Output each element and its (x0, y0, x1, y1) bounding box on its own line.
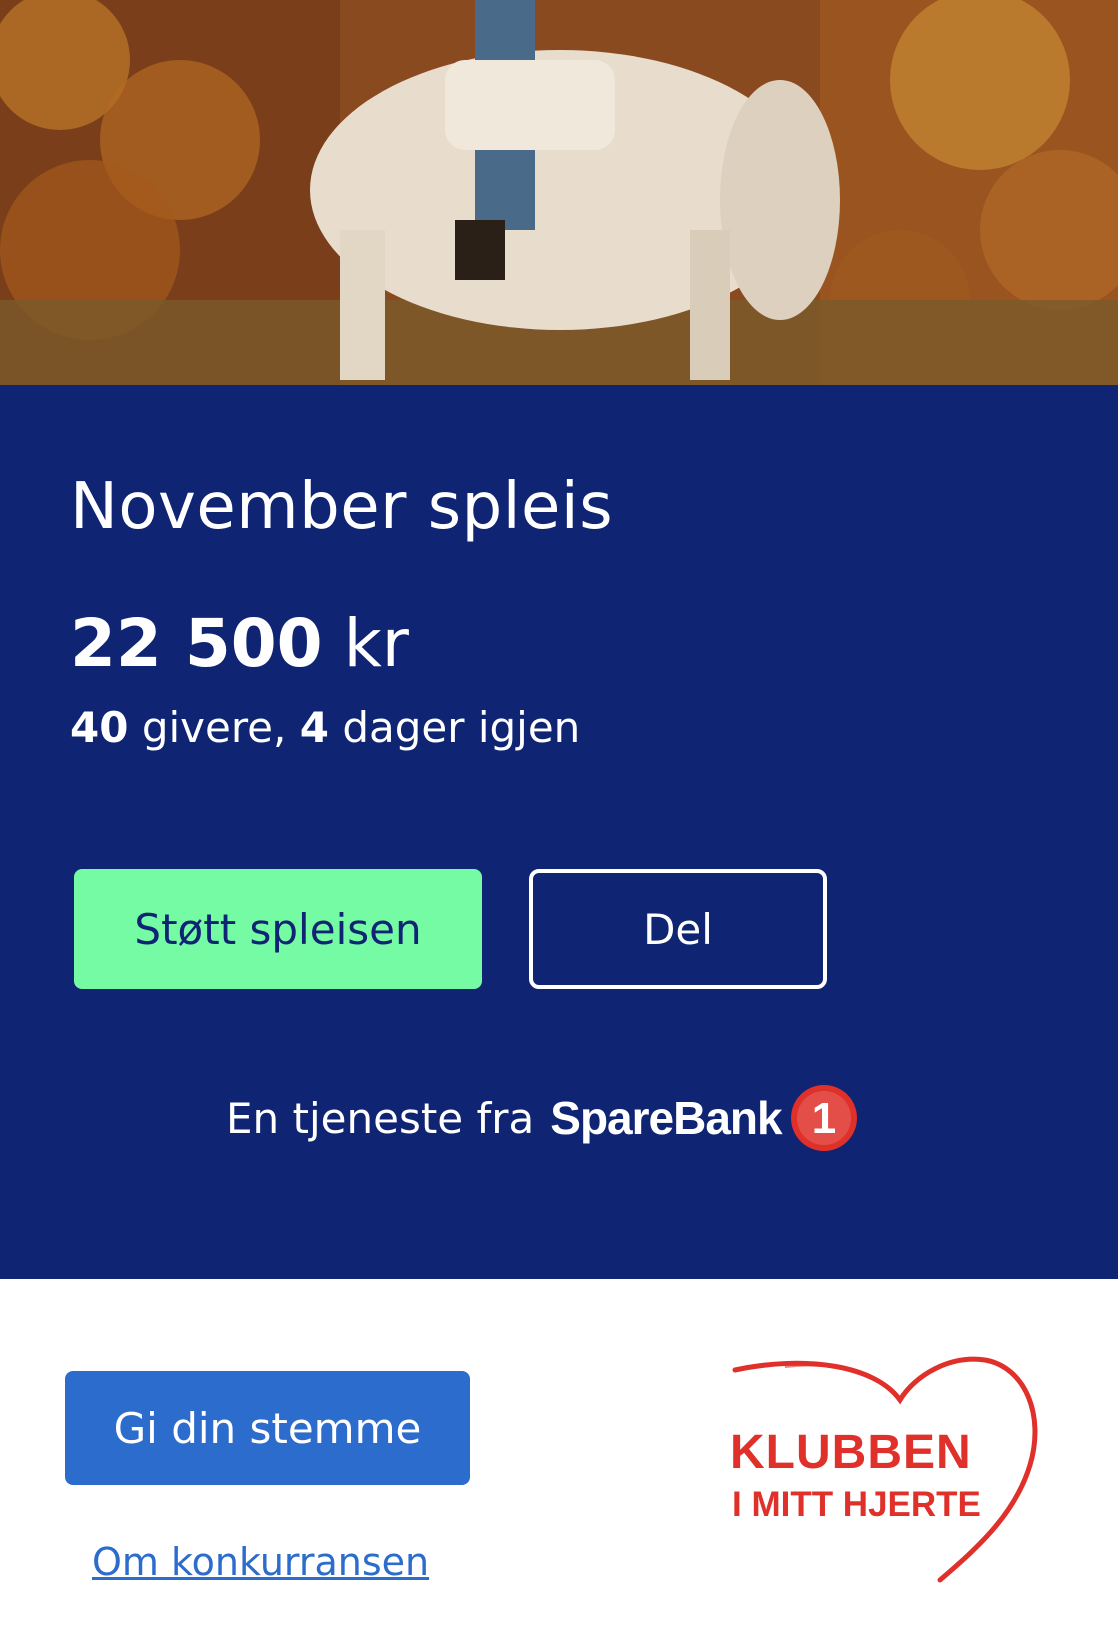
amount-unit: kr (343, 605, 409, 682)
days-count: 4 (299, 703, 329, 752)
club-logo-subtitle: I MITT HJERTE (732, 1485, 981, 1524)
amount-value: 22 500 (70, 605, 323, 682)
share-button[interactable]: Del (529, 869, 827, 989)
support-button[interactable]: Støtt spleisen (74, 869, 482, 989)
service-credit: En tjeneste fra SpareBank 1 (226, 1082, 860, 1154)
club-logo-title: KLUBBEN (730, 1426, 972, 1479)
sparebank-one-icon: 1 (790, 1085, 857, 1151)
givers-text: givere, (141, 703, 287, 752)
campaign-panel: November spleis 22 500 kr 40 givere, 4 d… (0, 385, 1118, 1279)
club-logo: KLUBBEN I MITT HJERTE (725, 1355, 1050, 1585)
service-prefix: En tjeneste fra (226, 1093, 535, 1143)
campaign-stats: 40 givere, 4 dager igjen (70, 703, 580, 752)
sparebank-logo[interactable]: SpareBank 1 (550, 1082, 859, 1154)
days-text: dager igjen (342, 703, 581, 752)
amount-raised: 22 500 kr (70, 605, 409, 682)
hero-image (0, 0, 1118, 385)
about-competition-link[interactable]: Om konkurransen (92, 1540, 429, 1584)
sparebank-badge-number: 1 (811, 1094, 835, 1143)
givers-count: 40 (70, 703, 129, 752)
sparebank-wordmark: SpareBank (550, 1092, 782, 1144)
campaign-title: November spleis (70, 470, 614, 544)
vote-button[interactable]: Gi din stemme (65, 1371, 470, 1485)
